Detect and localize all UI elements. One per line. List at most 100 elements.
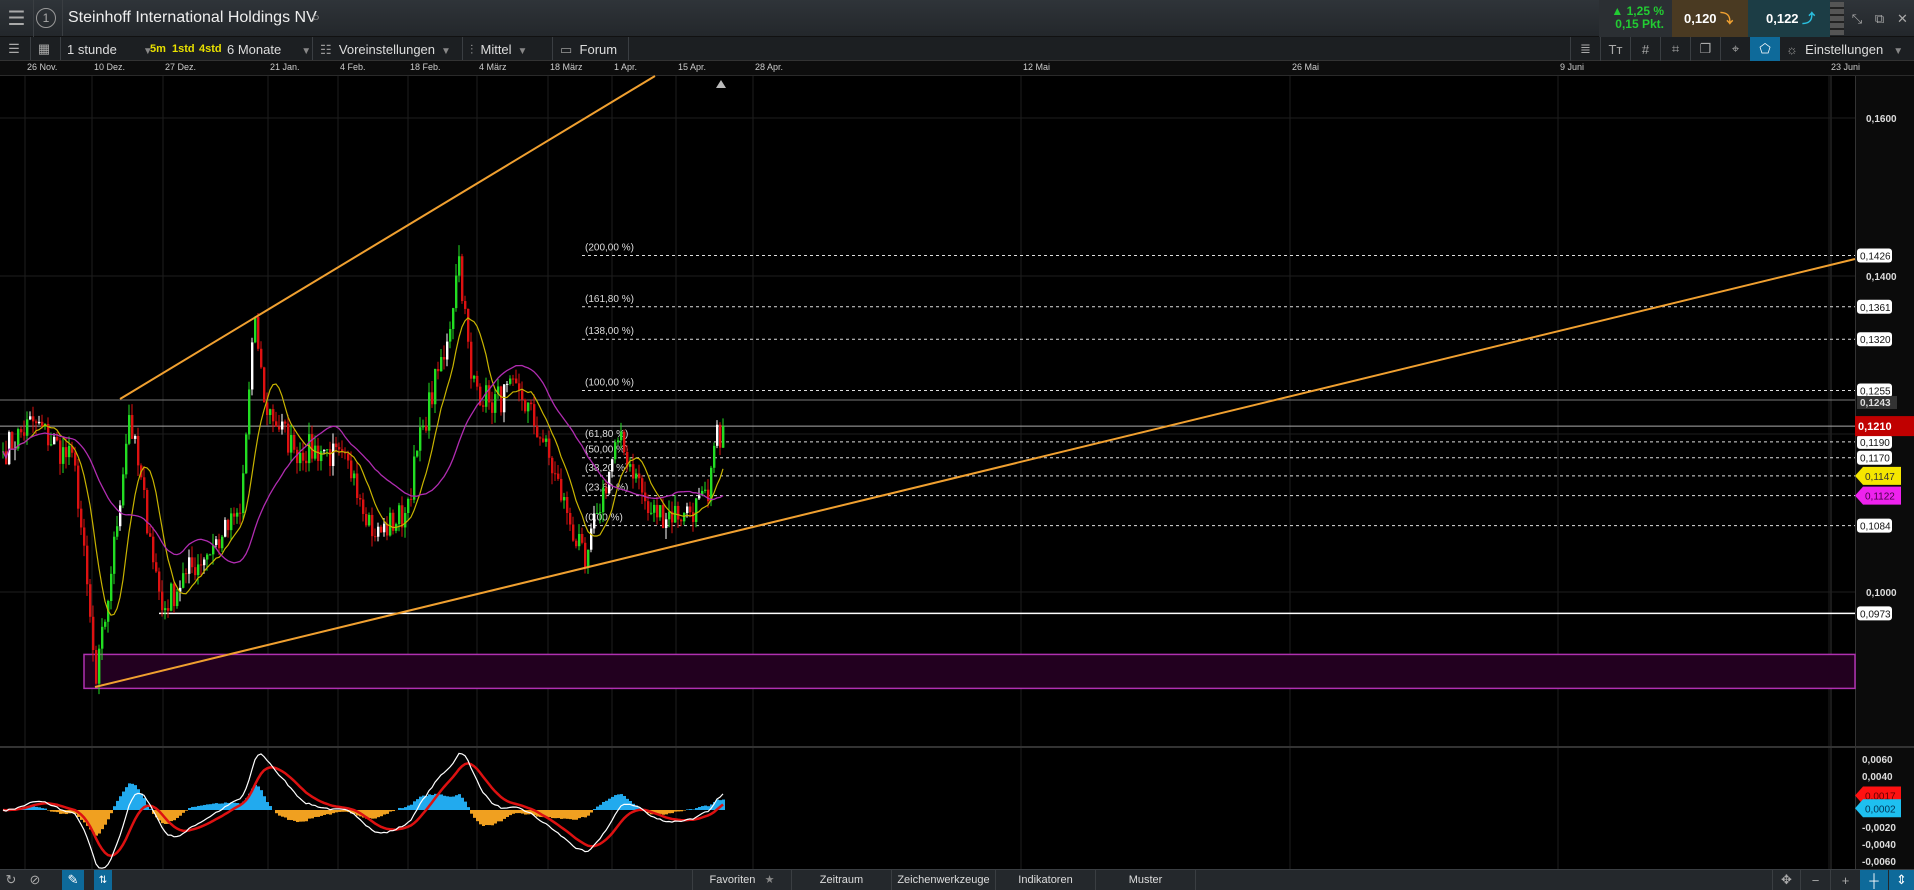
candle-body <box>380 526 383 533</box>
histogram-bar <box>494 810 497 824</box>
candle-body <box>26 419 29 436</box>
candle-body <box>146 489 149 534</box>
histogram-bar <box>299 810 302 822</box>
candle-body <box>11 432 14 450</box>
histogram-bar <box>275 810 278 814</box>
candle-body <box>416 450 419 457</box>
candle-body <box>194 567 197 576</box>
histogram-bar <box>101 810 104 830</box>
fit-vertical-icon[interactable]: ⇕ <box>1889 870 1914 890</box>
candle-body <box>311 434 314 459</box>
histogram-bar <box>326 810 329 815</box>
histogram-bar <box>284 810 287 818</box>
candle-body <box>23 432 26 436</box>
candle-body <box>512 378 515 380</box>
histogram-bar <box>659 810 662 814</box>
histogram-bar <box>212 803 215 810</box>
fib-tag: 0,1426 <box>1860 251 1891 262</box>
histogram-bar <box>389 810 392 812</box>
candle-body <box>545 438 548 442</box>
pan-icon[interactable]: ✥ <box>1772 870 1800 890</box>
osc-y-tick-label: 0,0060 <box>1862 755 1893 766</box>
drawing-tools-button[interactable]: Zeichenwerkzeuge <box>892 870 996 890</box>
candle-body <box>689 506 692 513</box>
favorites-button[interactable]: Favoriten ★ <box>692 870 792 890</box>
candle-body <box>500 386 503 413</box>
candle-body <box>116 526 119 537</box>
candle-body <box>650 512 653 514</box>
candle-body <box>65 447 68 458</box>
zoom-in-icon[interactable]: + <box>1830 870 1860 890</box>
crosshair-mode-icon[interactable]: ┼ <box>1860 870 1888 890</box>
histogram-bar <box>392 810 395 812</box>
histogram-bar <box>317 810 320 817</box>
signal-tag: 0,0002 <box>1865 804 1896 815</box>
candle-body <box>362 499 365 514</box>
arrows-icon[interactable]: ⇅ <box>94 870 112 890</box>
histogram-bar <box>377 810 380 818</box>
pencil-icon[interactable]: ✎ <box>62 870 84 890</box>
candle-body <box>323 449 326 452</box>
candle-body <box>557 473 560 479</box>
candle-body <box>692 512 695 522</box>
disable-icon[interactable]: ⊘ <box>24 870 46 890</box>
candle-body <box>608 471 611 494</box>
histogram-bar <box>446 796 449 810</box>
candle-body <box>470 341 473 379</box>
histogram-bar <box>200 805 203 810</box>
candle-body <box>197 564 200 576</box>
candle-body <box>707 489 710 502</box>
candle-body <box>629 464 632 467</box>
histogram-bar <box>449 796 452 810</box>
fib-tag: 0,1170 <box>1860 454 1890 465</box>
candle-body <box>137 435 140 466</box>
candle-body <box>113 536 116 574</box>
candle-body <box>8 432 11 465</box>
candle-body <box>467 308 470 342</box>
candle-body <box>200 564 203 566</box>
candle-body <box>371 514 374 537</box>
candle-body <box>353 473 356 479</box>
histogram-bar <box>506 810 509 817</box>
chart-canvas[interactable]: 0,1600 0,1400 0,1000 (200,00 %) 0,1426 (161,8… <box>0 0 1914 890</box>
candle-body <box>335 443 338 448</box>
histogram-bar <box>281 810 284 817</box>
candle-body <box>245 434 248 474</box>
candle-body <box>413 456 416 500</box>
candle-body <box>632 464 635 479</box>
histogram-bar <box>332 810 335 814</box>
histogram-bar <box>50 810 53 812</box>
patterns-button[interactable]: Muster <box>1096 870 1196 890</box>
fib-label: (0,00 %) <box>585 513 623 524</box>
candle-body <box>410 498 413 500</box>
histogram-bar <box>209 804 212 810</box>
candle-body <box>176 591 179 607</box>
histogram-bar <box>380 810 383 817</box>
histogram-bar <box>587 810 590 816</box>
histogram-bar <box>305 810 308 822</box>
candle-body <box>56 436 59 441</box>
candle-body <box>605 487 608 494</box>
candle-body <box>653 504 656 513</box>
candle-body <box>443 357 446 360</box>
histogram-bar <box>320 810 323 816</box>
timerange-button[interactable]: Zeitraum <box>792 870 892 890</box>
histogram-bar <box>191 806 194 810</box>
histogram-bar <box>263 796 266 810</box>
histogram-bar <box>509 810 512 816</box>
candle-body <box>647 501 650 513</box>
histogram-bar <box>119 796 122 810</box>
histogram-bar <box>440 794 443 810</box>
candle-body <box>131 415 134 439</box>
indicators-button[interactable]: Indikatoren <box>996 870 1096 890</box>
zoom-out-icon[interactable]: − <box>1800 870 1830 890</box>
histogram-bar <box>53 810 56 812</box>
histogram-bar <box>662 810 665 815</box>
histogram-bar <box>695 808 698 810</box>
ma-fast-tag: 0,1147 <box>1865 472 1895 483</box>
histogram-bar <box>704 805 707 810</box>
candle-body <box>368 514 371 526</box>
refresh-icon[interactable]: ↻ <box>0 870 22 890</box>
candle-body <box>494 394 497 413</box>
candle-body <box>641 478 644 493</box>
